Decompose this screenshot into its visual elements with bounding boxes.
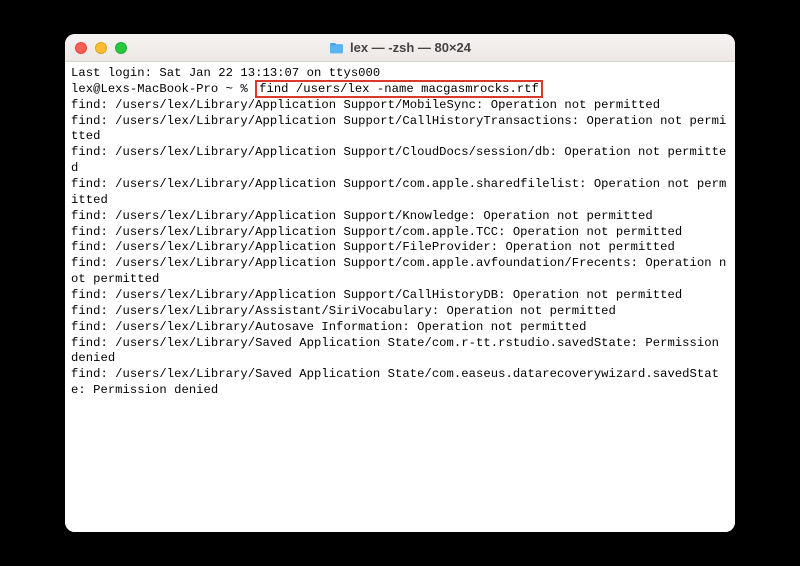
terminal-output[interactable]: Last login: Sat Jan 22 13:13:07 on ttys0…: [71, 66, 729, 399]
titlebar[interactable]: lex — -zsh — 80×24: [65, 34, 735, 62]
minimize-button[interactable]: [95, 42, 107, 54]
terminal-body[interactable]: Last login: Sat Jan 22 13:13:07 on ttys0…: [65, 62, 735, 532]
close-button[interactable]: [75, 42, 87, 54]
output-line: find: /users/lex/Library/Application Sup…: [71, 240, 729, 256]
shell-prompt: lex@Lexs-MacBook-Pro ~ %: [71, 82, 255, 96]
folder-icon: [329, 42, 344, 54]
output-line: find: /users/lex/Library/Saved Applicati…: [71, 367, 729, 399]
output-line: find: /users/lex/Library/Application Sup…: [71, 209, 729, 225]
highlighted-command: find /users/lex -name macgasmrocks.rtf: [255, 80, 543, 98]
output-line: find: /users/lex/Library/Application Sup…: [71, 177, 729, 209]
output-line: find: /users/lex/Library/Application Sup…: [71, 288, 729, 304]
output-line: find: /users/lex/Library/Application Sup…: [71, 256, 729, 288]
output-line: find: /users/lex/Library/Application Sup…: [71, 98, 729, 114]
output-line: find: /users/lex/Library/Application Sup…: [71, 145, 729, 177]
output-line: find: /users/lex/Library/Application Sup…: [71, 225, 729, 241]
output-line: find: /users/lex/Library/Application Sup…: [71, 114, 729, 146]
output-line: find: /users/lex/Library/Autosave Inform…: [71, 320, 729, 336]
maximize-button[interactable]: [115, 42, 127, 54]
output-line: find: /users/lex/Library/Saved Applicati…: [71, 336, 729, 368]
window-title-text: lex — -zsh — 80×24: [350, 40, 471, 55]
terminal-window: lex — -zsh — 80×24 Last login: Sat Jan 2…: [65, 34, 735, 532]
traffic-lights: [75, 42, 127, 54]
prompt-line: lex@Lexs-MacBook-Pro ~ % find /users/lex…: [71, 82, 729, 98]
output-line: find: /users/lex/Library/Assistant/SiriV…: [71, 304, 729, 320]
window-title: lex — -zsh — 80×24: [65, 40, 735, 55]
